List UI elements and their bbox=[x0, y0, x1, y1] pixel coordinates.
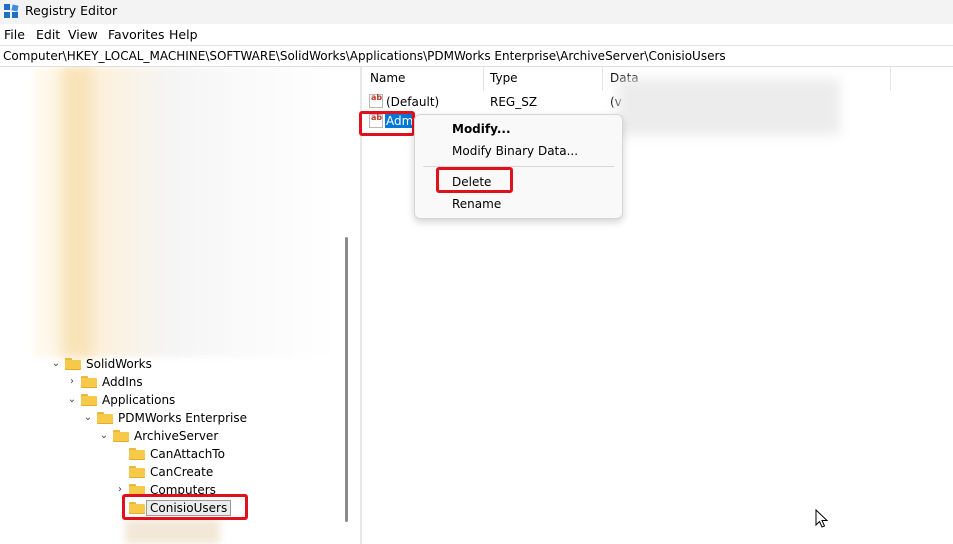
tree-scrollbar[interactable] bbox=[345, 237, 348, 522]
tree-node-label: CanCreate bbox=[150, 465, 214, 479]
chevron-down-icon[interactable]: ⌄ bbox=[82, 412, 94, 424]
title-bar: Registry Editor bbox=[0, 0, 953, 24]
menu-favorites[interactable]: Favorites bbox=[108, 27, 164, 42]
folder-icon bbox=[65, 358, 81, 370]
value-type-default: REG_SZ bbox=[490, 95, 538, 109]
tree-node-label: PDMWorks Enterprise bbox=[118, 411, 248, 425]
highlight-box bbox=[359, 111, 415, 136]
value-name-default[interactable]: (Default) bbox=[386, 95, 439, 109]
folder-icon bbox=[129, 466, 145, 478]
menu-bar: File Edit View Favorites Help bbox=[0, 24, 953, 44]
chevron-down-icon[interactable]: ⌄ bbox=[50, 358, 62, 370]
window-title: Registry Editor bbox=[25, 3, 118, 18]
tree-node-label: ArchiveServer bbox=[134, 429, 219, 443]
string-value-icon: ab bbox=[369, 93, 383, 108]
tree-node-label: Applications bbox=[102, 393, 176, 407]
menu-item-modify-binary[interactable]: Modify Binary Data... bbox=[452, 144, 578, 158]
column-header-type[interactable]: Type bbox=[490, 71, 518, 85]
chevron-down-icon[interactable]: ⌄ bbox=[66, 394, 78, 406]
registry-icon bbox=[4, 4, 19, 18]
folder-icon bbox=[81, 376, 97, 388]
menu-item-modify[interactable]: Modify... bbox=[452, 122, 511, 136]
folder-icon bbox=[81, 394, 97, 406]
tree-node-label: SolidWorks bbox=[86, 357, 152, 371]
column-separator[interactable] bbox=[602, 67, 603, 91]
chevron-right-icon[interactable]: › bbox=[66, 376, 78, 388]
menu-edit[interactable]: Edit bbox=[36, 27, 60, 42]
highlight-box bbox=[436, 167, 513, 193]
address-path[interactable]: Computer\HKEY_LOCAL_MACHINE\SOFTWARE\Sol… bbox=[3, 49, 726, 63]
key-tree-pane[interactable]: ⌄ SolidWorks › AddIns ⌄ Applications ⌄ P… bbox=[0, 67, 361, 544]
tree-node-label: AddIns bbox=[102, 375, 143, 389]
tree-node-label: CanAttachTo bbox=[150, 447, 225, 461]
menu-help[interactable]: Help bbox=[169, 27, 198, 42]
address-bar[interactable]: Computer\HKEY_LOCAL_MACHINE\SOFTWARE\Sol… bbox=[0, 45, 953, 67]
mouse-cursor-icon bbox=[815, 509, 829, 528]
menu-file[interactable]: File bbox=[4, 27, 25, 42]
redacted-area bbox=[125, 519, 220, 544]
menu-view[interactable]: View bbox=[68, 27, 98, 42]
redacted-area bbox=[62, 67, 92, 357]
folder-icon bbox=[129, 448, 145, 460]
column-header-name[interactable]: Name bbox=[370, 71, 405, 85]
column-separator[interactable] bbox=[890, 67, 891, 91]
menu-item-rename[interactable]: Rename bbox=[452, 197, 501, 211]
folder-icon bbox=[97, 412, 113, 424]
folder-icon bbox=[113, 430, 129, 442]
highlight-box bbox=[122, 494, 248, 520]
redacted-area bbox=[618, 79, 840, 135]
chevron-down-icon[interactable]: ⌄ bbox=[98, 430, 110, 442]
column-separator[interactable] bbox=[483, 67, 484, 91]
